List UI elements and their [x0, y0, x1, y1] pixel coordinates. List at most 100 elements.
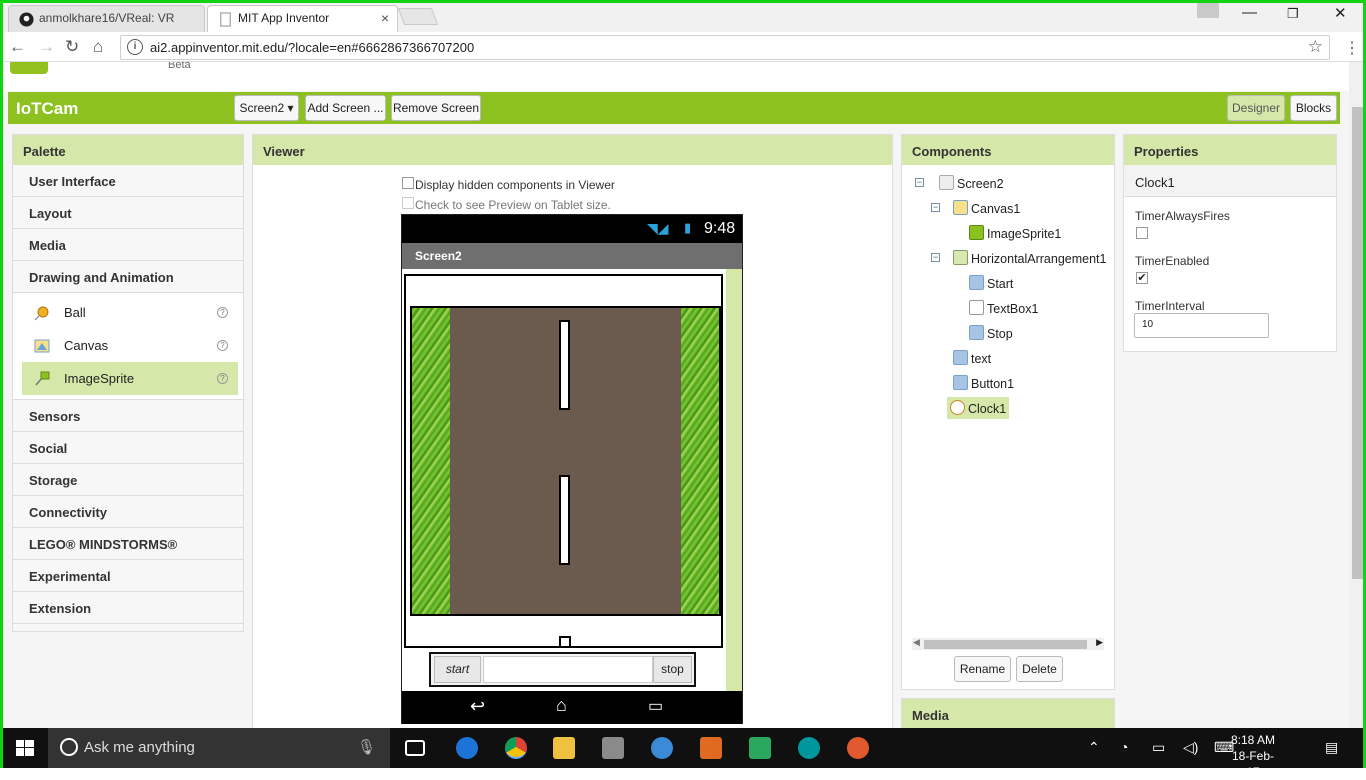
viewer-title: Viewer — [253, 135, 892, 165]
battery-tray-icon[interactable]: ▭ — [1152, 739, 1165, 756]
user-profile-button[interactable] — [1197, 0, 1219, 18]
palette-item-ball[interactable]: Ball ? — [22, 296, 238, 329]
tree-item-start[interactable]: Start — [969, 275, 1013, 291]
palette-item-canvas[interactable]: Canvas ? — [22, 329, 238, 362]
scroll-right-icon[interactable]: ▶ — [1096, 637, 1103, 648]
tree-item-horizontalarrangement1[interactable]: HorizontalArrangement1 — [953, 250, 1107, 266]
network-icon[interactable]: ◔ — [1120, 739, 1128, 755]
collapse-toggle-icon[interactable]: − — [931, 253, 940, 262]
tree-item-clock1[interactable]: Clock1 — [947, 397, 1010, 419]
notifications-icon[interactable]: ▤ — [1325, 739, 1338, 756]
rename-button[interactable]: Rename — [954, 656, 1011, 682]
tree-item-canvas1[interactable]: Canvas1 — [953, 200, 1020, 216]
beta-label: Beta — [168, 62, 191, 71]
add-screen-button[interactable]: Add Screen ... — [305, 95, 386, 121]
collapse-toggle-icon[interactable]: − — [931, 203, 940, 212]
timer-enabled-checkbox[interactable]: ✔ — [1136, 272, 1148, 284]
volume-icon[interactable]: ◁) — [1183, 739, 1198, 756]
tab-app-inventor[interactable]: MIT App Inventor × — [207, 5, 398, 32]
cortana-icon — [60, 738, 78, 756]
timer-always-fires-checkbox[interactable] — [1136, 227, 1148, 239]
remove-screen-button[interactable]: Remove Screen — [391, 95, 481, 121]
arduino-icon[interactable] — [798, 737, 820, 759]
taskbar-clock[interactable]: 8:18 AM 18-Feb-17 — [1226, 732, 1280, 780]
collapse-toggle-icon[interactable]: − — [915, 178, 924, 187]
pycharm-icon[interactable] — [749, 737, 771, 759]
back-icon[interactable]: ← — [9, 37, 26, 57]
horizontal-arrangement-preview: start stop — [429, 652, 696, 687]
help-icon[interactable]: ? — [217, 373, 228, 384]
palette-category-connectivity[interactable]: Connectivity — [13, 496, 243, 528]
display-hidden-checkbox[interactable] — [402, 177, 414, 189]
tree-item-screen2[interactable]: Screen2 — [939, 175, 1004, 191]
media-player-icon[interactable] — [700, 737, 722, 759]
chrome-icon[interactable] — [505, 737, 527, 759]
internet-explorer-icon[interactable] — [651, 737, 673, 759]
help-icon[interactable]: ? — [217, 340, 228, 351]
tree-item-textbox1[interactable]: TextBox1 — [969, 300, 1038, 316]
close-window-button[interactable]: ✕ — [1334, 4, 1347, 22]
header-strip: Beta — [0, 62, 1349, 91]
minimize-button[interactable]: — — [1242, 4, 1257, 21]
page-scroll-thumb[interactable] — [1352, 107, 1363, 579]
help-icon[interactable]: ? — [217, 307, 228, 318]
screen-select-dropdown[interactable]: Screen2 ▾ — [234, 95, 299, 121]
tree-item-stop[interactable]: Stop — [969, 325, 1013, 341]
tree-item-button1[interactable]: Button1 — [953, 375, 1014, 391]
textbox1-preview[interactable] — [483, 656, 653, 683]
url-input[interactable]: i ai2.appinventor.mit.edu/?locale=en#666… — [120, 35, 1330, 60]
tab-github[interactable]: anmolkhare16/VReal: VR — [8, 5, 205, 32]
reload-icon[interactable]: ↻ — [65, 37, 79, 57]
palette-category-drawing[interactable]: Drawing and Animation — [13, 261, 243, 293]
home-icon[interactable]: ⌂ — [93, 37, 103, 57]
app-icon[interactable] — [602, 737, 624, 759]
components-horizontal-scrollbar[interactable]: ◀ ▶ — [912, 637, 1104, 650]
new-tab-button[interactable] — [397, 8, 439, 25]
palette-category-social[interactable]: Social — [13, 432, 243, 464]
components-panel: Components − Screen2 − Canvas1 ImageSpri… — [901, 134, 1115, 690]
designer-button[interactable]: Designer — [1227, 95, 1285, 121]
windows-start-icon[interactable] — [16, 740, 34, 756]
properties-component-name: Clock1 — [1124, 165, 1336, 197]
bookmark-star-icon[interactable]: ☆ — [1308, 37, 1323, 57]
media-panel: Media — [901, 698, 1115, 728]
palette-item-imagesprite[interactable]: ImageSprite ? — [22, 362, 238, 395]
imagesprite1-preview[interactable] — [559, 636, 571, 648]
delete-button[interactable]: Delete — [1016, 656, 1063, 682]
url-text: ai2.appinventor.mit.edu/?locale=en#66628… — [150, 40, 475, 55]
stop-button-preview[interactable]: stop — [653, 656, 692, 683]
edge-icon[interactable] — [456, 737, 478, 759]
scrollbar-thumb[interactable] — [924, 640, 1087, 649]
page-vertical-scrollbar[interactable] — [1349, 62, 1366, 728]
browser-menu-icon[interactable]: ⋮ — [1344, 38, 1360, 58]
palette-category-storage[interactable]: Storage — [13, 464, 243, 496]
tablet-preview-checkbox[interactable] — [402, 197, 414, 209]
canvas1-preview[interactable] — [404, 274, 723, 648]
tree-item-imagesprite1[interactable]: ImageSprite1 — [969, 225, 1061, 241]
close-tab-icon[interactable]: × — [381, 6, 389, 31]
phone-nav-bar: ↩ ⌂ ▭ — [402, 691, 742, 724]
cortana-search-box[interactable]: Ask me anything 🎙 — [48, 728, 390, 768]
battery-icon: ▮ — [684, 220, 692, 235]
postman-icon[interactable] — [847, 737, 869, 759]
tray-chevron-icon[interactable]: ⌃ — [1088, 739, 1100, 756]
palette-item-label: Canvas — [64, 338, 109, 353]
scroll-left-icon[interactable]: ◀ — [913, 637, 920, 648]
tree-item-text[interactable]: text — [953, 350, 991, 366]
start-button-preview[interactable]: start — [434, 656, 481, 683]
site-info-icon[interactable]: i — [127, 39, 143, 55]
palette-category-layout[interactable]: Layout — [13, 197, 243, 229]
palette-category-sensors[interactable]: Sensors — [13, 400, 243, 432]
maximize-button[interactable]: ❐ — [1287, 6, 1299, 22]
task-view-icon[interactable] — [405, 740, 425, 756]
file-explorer-icon[interactable] — [553, 737, 575, 759]
microphone-icon[interactable]: 🎙 — [357, 738, 376, 756]
timer-interval-input[interactable]: 10 — [1134, 313, 1269, 338]
palette-category-experimental[interactable]: Experimental — [13, 560, 243, 592]
palette-category-user-interface[interactable]: User Interface — [13, 165, 243, 197]
palette-category-lego[interactable]: LEGO® MINDSTORMS® — [13, 528, 243, 560]
palette-category-media[interactable]: Media — [13, 229, 243, 261]
blocks-button[interactable]: Blocks — [1290, 95, 1337, 121]
forward-icon[interactable]: → — [38, 37, 55, 57]
palette-category-extension[interactable]: Extension — [13, 592, 243, 624]
